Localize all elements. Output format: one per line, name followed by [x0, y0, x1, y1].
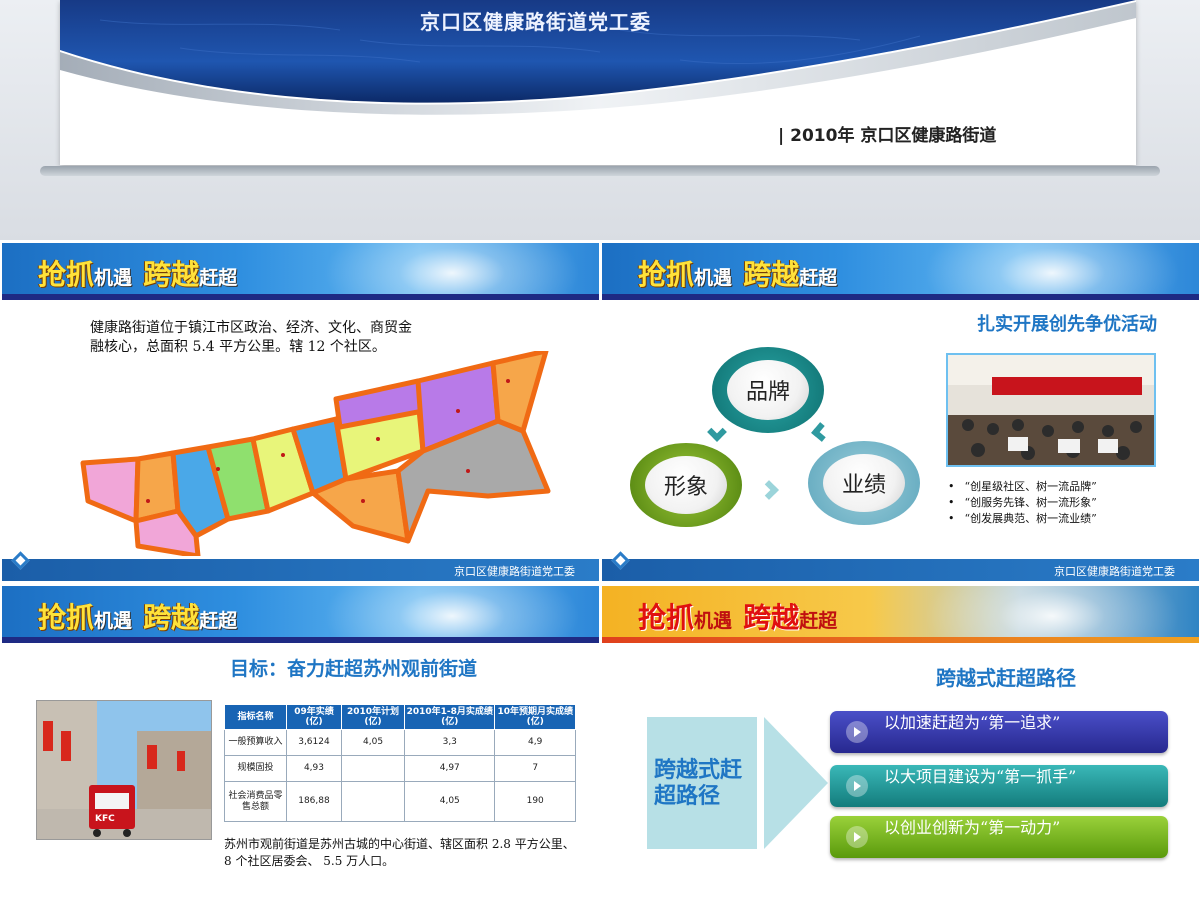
indicator-table: 指标名称 09年实绩(亿) 2010年计划(亿) 2010年1-8月实成绩(亿)…: [224, 704, 576, 822]
slide-footer: 京口区健康路街道党工委: [602, 551, 1199, 581]
list-item: “创服务先锋、树一流形象”: [948, 495, 1097, 511]
slide-subtitle: 目标：奋力赶超苏州观前街道: [230, 658, 478, 680]
slide-subtitle: 扎实开展创先争优活动: [977, 314, 1157, 335]
slide-overview: 京口区健康路街道党工委 | 2010年 京口区健康路街道 抢抓机遇 跨越赶超 健…: [0, 0, 1200, 900]
table-header: 09年实绩(亿): [286, 704, 342, 730]
kfc-sign: KFC: [95, 814, 115, 824]
cover-title: 京口区健康路街道党工委: [420, 10, 651, 34]
slide-footer: 京口区健康路街道党工委: [2, 551, 599, 581]
footer-text: 京口区健康路街道党工委: [454, 565, 575, 578]
path-label: 跨越式赶超路径: [654, 757, 743, 809]
banner-title: 抢抓机遇 跨越赶超: [38, 258, 238, 291]
table-row: 社会消费品零售总额 186,88 4,05 190: [224, 781, 576, 822]
footer-text: 京口区健康路街道党工委: [1054, 565, 1175, 578]
play-arrow-icon: [846, 826, 868, 848]
table-row: 一般预算收入 3,6124 4,05 3,3 4,9: [224, 729, 576, 756]
table-header: 指标名称: [224, 704, 287, 730]
slide-thumbnail-4[interactable]: 抢抓机遇 跨越赶超 跨越式赶超路径 跨越式赶超路径 以加速赶超为“第一追求” 以…: [602, 586, 1199, 900]
slide-banner: 抢抓机遇 跨越赶超: [602, 243, 1199, 300]
play-arrow-icon: [846, 775, 868, 797]
list-item: “创星级社区、树一流品牌”: [948, 479, 1097, 495]
cycle-arrow-icon: [759, 480, 779, 500]
table-header: 10年预期月实成绩(亿): [494, 704, 576, 730]
image-circle: 形象: [630, 443, 742, 527]
path-item-3: 以创业创新为“第一动力”: [830, 816, 1168, 858]
suzhou-note: 苏州市观前街道是苏州古城的中心街道、辖区面积 2.8 平方公里、 8 个社区居委…: [224, 837, 575, 868]
slide-thumbnail-3[interactable]: 抢抓机遇 跨越赶超 目标：奋力赶超苏州观前街道 KFC 指标名称 09年实绩(亿…: [2, 586, 599, 900]
district-map: [80, 351, 551, 556]
cover-date-line: | 2010年 京口区健康路街道: [778, 126, 997, 146]
performance-circle: 业绩: [808, 441, 920, 525]
slide-subtitle: 跨越式赶超路径: [936, 666, 1076, 690]
table-header: 2010年计划(亿): [340, 704, 406, 730]
slide-banner: 抢抓机遇 跨越赶超: [2, 243, 599, 300]
list-item: “创发展典范、树一流业绩”: [948, 511, 1097, 527]
banner-title: 抢抓机遇 跨越赶超: [638, 258, 838, 291]
brand-circle: 品牌: [712, 347, 824, 433]
slide-banner: 抢抓机遇 跨越赶超: [2, 586, 599, 643]
cycle-arrow-icon: [707, 422, 727, 442]
table-row: 规模固投 4,93 4,97 7: [224, 755, 576, 782]
chevron-right-icon: [764, 717, 828, 849]
cover-shadow-bar: [40, 166, 1160, 176]
slide-thumbnail-1[interactable]: 抢抓机遇 跨越赶超 健康路街道位于镇江市区政治、经济、文化、商贸金融核心，总面积…: [2, 243, 599, 581]
banner-title: 抢抓机遇 跨越赶超: [638, 601, 838, 634]
meeting-photo: [946, 353, 1156, 467]
cover-slide[interactable]: 京口区健康路街道党工委 | 2010年 京口区健康路街道: [60, 0, 1136, 165]
cycle-arrow-icon: [811, 422, 831, 442]
activity-bullet-list: “创星级社区、树一流品牌” “创服务先锋、树一流形象” “创发展典范、树一流业绩…: [948, 479, 1097, 527]
slide-thumbnail-2[interactable]: 抢抓机遇 跨越赶超 扎实开展创先争优活动 品牌 形象 业绩 • “创星级社区、树…: [602, 243, 1199, 581]
path-item-2: 以大项目建设为“第一抓手”: [830, 765, 1168, 807]
play-arrow-icon: [846, 721, 868, 743]
banner-title: 抢抓机遇 跨越赶超: [38, 601, 238, 634]
street-photo: KFC: [36, 700, 212, 840]
path-item-1: 以加速赶超为“第一追求”: [830, 711, 1168, 753]
path-label-box: 跨越式赶超路径: [647, 717, 757, 849]
table-header: 2010年1-8月实成绩(亿): [404, 704, 496, 730]
slide-banner: 抢抓机遇 跨越赶超: [602, 586, 1199, 643]
